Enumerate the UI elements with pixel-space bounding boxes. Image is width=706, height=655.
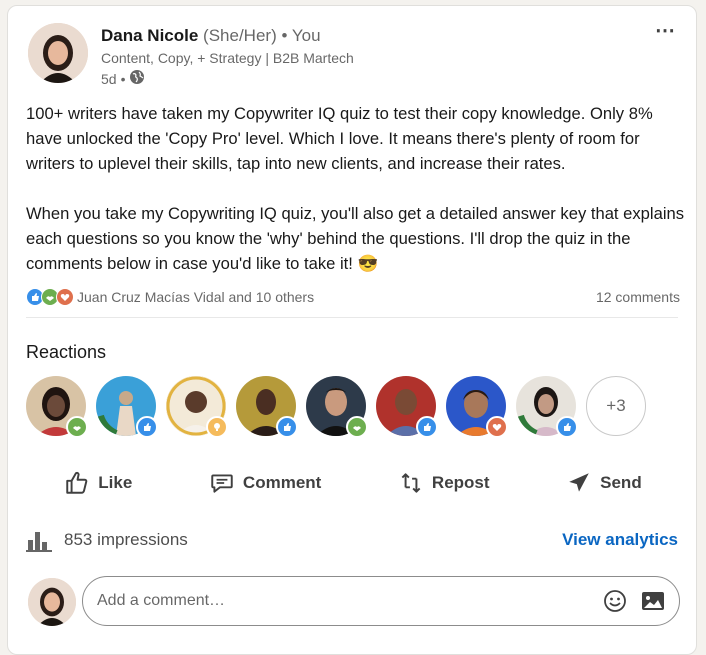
insightful-icon — [206, 416, 228, 438]
comment-label: Comment — [242, 473, 322, 492]
author-name-line: Dana Nicole (She/Her) • You — [101, 26, 321, 46]
send-icon — [569, 473, 589, 492]
repost-icon — [401, 473, 421, 493]
commenter-avatar — [28, 578, 76, 626]
like-icon — [556, 416, 578, 438]
reactor-avatar[interactable] — [306, 376, 368, 438]
love-icon — [56, 288, 74, 306]
divider — [26, 317, 678, 318]
comment-input[interactable] — [95, 591, 591, 611]
bar-chart-icon — [26, 532, 52, 552]
post-time[interactable]: 5d — [101, 71, 117, 87]
send-button[interactable]: Send — [566, 461, 642, 505]
globe-icon — [129, 69, 145, 88]
support-icon — [346, 416, 368, 438]
post-paragraph: 100+ writers have taken my Copywriter IQ… — [26, 104, 653, 173]
reaction-icons — [26, 288, 74, 306]
emoji-icon[interactable] — [601, 587, 629, 615]
author-name[interactable]: Dana Nicole — [101, 26, 198, 45]
like-button[interactable]: Like — [64, 461, 132, 505]
author-avatar[interactable] — [28, 23, 88, 83]
reactor-avatar[interactable] — [166, 376, 228, 438]
like-icon — [416, 416, 438, 438]
social-counts: Juan Cruz Macías Vidal and 10 others 12 … — [26, 286, 680, 308]
post-meta: 5d • — [101, 69, 145, 88]
post-card: Dana Nicole (She/Her) • You Content, Cop… — [7, 5, 697, 655]
comment-button[interactable]: Comment — [209, 461, 321, 505]
send-label: Send — [600, 473, 642, 492]
reactor-avatar[interactable] — [26, 376, 88, 438]
post-body: 100+ writers have taken my Copywriter IQ… — [26, 101, 686, 276]
impressions-count: 853 impressions — [64, 530, 188, 549]
view-analytics-link[interactable]: View analytics — [562, 530, 678, 550]
thumbs-up-icon — [66, 471, 88, 494]
like-label: Like — [98, 473, 133, 492]
action-bar: Like Comment Repost Send — [26, 461, 680, 505]
like-icon — [276, 416, 298, 438]
reactor-avatar[interactable] — [376, 376, 438, 438]
support-icon — [66, 416, 88, 438]
comment-icon — [211, 474, 233, 493]
comment-box — [82, 576, 680, 626]
repost-button[interactable]: Repost — [398, 461, 490, 505]
like-icon — [136, 416, 158, 438]
author-headline: Content, Copy, + Strategy | B2B Martech — [101, 50, 354, 66]
more-reactors-button[interactable]: +3 — [586, 376, 646, 436]
reactor-avatar[interactable] — [516, 376, 578, 438]
meta-separator: • — [120, 70, 126, 87]
post-paragraph: When you take my Copywriting IQ quiz, yo… — [26, 204, 685, 273]
reactor-avatar[interactable] — [96, 376, 158, 438]
image-icon[interactable] — [639, 587, 667, 615]
repost-label: Repost — [431, 473, 490, 492]
author-pronouns: (She/Her) — [203, 26, 277, 45]
more-options-icon[interactable]: ⋯ — [655, 18, 676, 43]
author-relation: • You — [281, 26, 321, 45]
love-icon — [486, 416, 508, 438]
reactions-summary[interactable]: Juan Cruz Macías Vidal and 10 others — [26, 288, 314, 306]
reactor-avatar[interactable] — [446, 376, 508, 438]
reactions-heading: Reactions — [26, 342, 107, 362]
reactor-avatar[interactable] — [236, 376, 298, 438]
comments-count[interactable]: 12 comments — [596, 289, 680, 305]
impressions: 853 impressions — [26, 528, 188, 552]
reactors-list: +3 — [26, 376, 646, 438]
reactors-text: Juan Cruz Macías Vidal and 10 others — [77, 289, 315, 305]
